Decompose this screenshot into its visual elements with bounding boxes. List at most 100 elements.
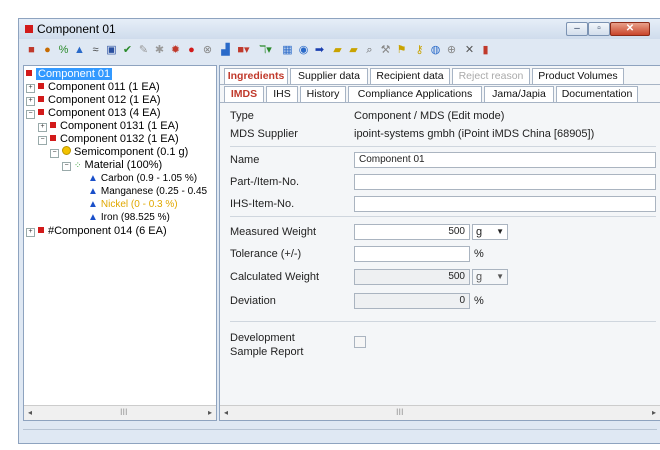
material-icon: ⁘: [74, 160, 82, 170]
expand-icon[interactable]: +: [38, 123, 47, 132]
tab-jama-japia[interactable]: Jama/Japia: [484, 86, 554, 102]
tree-item[interactable]: − Component 013 (4 EA): [26, 107, 161, 119]
tree-item[interactable]: ▲ Iron (98.525 %): [88, 212, 170, 223]
chevron-down-icon: ▼: [496, 227, 504, 236]
expand-icon[interactable]: +: [26, 228, 35, 237]
link-icon[interactable]: %: [57, 44, 70, 57]
tab-history[interactable]: History: [300, 86, 346, 102]
tree-item[interactable]: + Component 012 (1 EA): [26, 94, 161, 106]
component-icon: [50, 135, 56, 141]
warning-icon[interactable]: ▲: [73, 44, 86, 57]
details-panel: Ingredients Supplier data Recipient data…: [219, 65, 660, 421]
export-icon[interactable]: ▮: [479, 44, 492, 57]
name-field[interactable]: Component 01: [354, 152, 656, 168]
details-horizontal-scrollbar[interactable]: ◂ III ▸: [220, 405, 660, 420]
collapse-icon[interactable]: −: [26, 110, 35, 119]
tree-icon[interactable]: ℸ▾: [259, 44, 272, 57]
print-icon[interactable]: ▣: [105, 44, 118, 57]
flag-icon[interactable]: ⚑: [395, 44, 408, 57]
tab-ihs[interactable]: IHS: [266, 86, 298, 102]
collapse-icon[interactable]: −: [62, 162, 71, 171]
maximize-button[interactable]: ▫: [588, 22, 610, 36]
scroll-left-icon[interactable]: ◂: [220, 406, 232, 420]
tree-item[interactable]: + Component 0131 (1 EA): [38, 120, 179, 132]
edit-icon[interactable]: ✎: [137, 44, 150, 57]
doc-icon[interactable]: ◉: [297, 44, 310, 57]
substance-icon: ▲: [88, 173, 98, 184]
component-icon: [38, 227, 44, 233]
expand-icon[interactable]: +: [26, 84, 35, 93]
tree-item[interactable]: − ⁘ Material (100%): [62, 159, 162, 171]
scroll-right-icon[interactable]: ▸: [204, 406, 216, 420]
scroll-right-icon[interactable]: ▸: [648, 406, 660, 420]
tolerance-unit: %: [474, 248, 484, 260]
scroll-grip[interactable]: III: [120, 407, 128, 417]
tree-item[interactable]: ▲ Carbon (0.9 - 1.05 %): [88, 173, 197, 184]
arrow-right-icon[interactable]: ➡: [313, 44, 326, 57]
component-tree[interactable]: Component 01 + Component 011 (1 EA) + Comp…: [23, 65, 217, 421]
component-icon: [26, 70, 32, 76]
app-icon: [25, 25, 33, 33]
component-icon: [38, 83, 44, 89]
info-icon[interactable]: ⊕: [445, 44, 458, 57]
type-value: Component / MDS (Edit mode): [354, 110, 505, 122]
status-bar: [23, 429, 657, 442]
tolerance-field[interactable]: [354, 246, 470, 262]
tab-ingredients[interactable]: Ingredients: [224, 68, 288, 84]
tab-product-volumes[interactable]: Product Volumes: [532, 68, 624, 84]
component-icon: [38, 109, 44, 115]
save-icon[interactable]: ■: [25, 44, 38, 57]
tools-icon[interactable]: ⚒: [379, 44, 392, 57]
tree-item[interactable]: + Component 011 (1 EA): [26, 81, 160, 93]
tab-imds[interactable]: IMDS: [224, 86, 264, 102]
tree-item[interactable]: Component 01: [26, 68, 113, 80]
grid-icon[interactable]: ▦: [281, 44, 294, 57]
collapse-icon[interactable]: −: [38, 136, 47, 145]
measured-weight-label: Measured Weight: [230, 226, 317, 238]
tab-recipient-data[interactable]: Recipient data: [370, 68, 450, 84]
section-divider: [230, 146, 656, 147]
tree-item[interactable]: + #Component 014 (6 EA): [26, 225, 167, 237]
part-item-no-field[interactable]: [354, 174, 656, 190]
app-window: Component 01 – ▫ ✕ ■ ● % ▲ ≈ ▣ ✔ ✎ ✱ ✹ ●…: [18, 18, 660, 444]
expand-icon[interactable]: +: [26, 97, 35, 106]
check-icon[interactable]: ✔: [121, 44, 134, 57]
find-icon[interactable]: ⌕: [363, 44, 376, 57]
title-bar: Component 01 – ▫ ✕: [19, 19, 660, 39]
ihs-item-no-field[interactable]: [354, 196, 656, 212]
minimize-button[interactable]: –: [566, 22, 588, 36]
tree-item[interactable]: ▲ Manganese (0.25 - 0.45: [88, 186, 207, 197]
development-sample-report-checkbox[interactable]: [354, 336, 366, 348]
folder-icon[interactable]: ▰: [331, 44, 344, 57]
stop-icon[interactable]: ✹: [169, 44, 182, 57]
globe-icon[interactable]: ◍: [429, 44, 442, 57]
folder-open-icon[interactable]: ▰: [347, 44, 360, 57]
key-icon[interactable]: ⚷: [413, 44, 426, 57]
mds-supplier-value: ipoint-systems gmbh (iPoint iMDS China […: [354, 128, 595, 140]
scroll-left-icon[interactable]: ◂: [24, 406, 36, 420]
close-icon[interactable]: ✕: [463, 44, 476, 57]
scroll-grip[interactable]: III: [396, 407, 404, 417]
tree-item[interactable]: ▲ Nickel (0 - 0.3 %): [88, 199, 178, 210]
tab-supplier-data[interactable]: Supplier data: [290, 68, 368, 84]
toolbar: ■ ● % ▲ ≈ ▣ ✔ ✎ ✱ ✹ ● ⊗ ▟ ■▾ ℸ▾ ▦ ◉ ➡ ▰ …: [19, 41, 660, 61]
tree-item[interactable]: − Semicomponent (0.1 g): [50, 146, 188, 158]
tab-divider: [220, 102, 660, 103]
settings-icon[interactable]: ⊗: [201, 44, 214, 57]
tree-horizontal-scrollbar[interactable]: ◂ III ▸: [24, 405, 216, 420]
measured-weight-field[interactable]: 500: [354, 224, 470, 240]
collapse-icon[interactable]: −: [50, 149, 59, 158]
color-icon[interactable]: ■▾: [237, 44, 250, 57]
transfer-icon[interactable]: ≈: [89, 44, 102, 57]
search-icon[interactable]: ●: [41, 44, 54, 57]
chart-icon[interactable]: ▟: [219, 44, 232, 57]
tree-item[interactable]: − Component 0132 (1 EA): [38, 133, 179, 145]
tolerance-label: Tolerance (+/-): [230, 248, 302, 260]
pin-icon[interactable]: ✱: [153, 44, 166, 57]
close-button[interactable]: ✕: [610, 22, 650, 36]
tab-documentation[interactable]: Documentation: [556, 86, 638, 102]
measured-weight-unit-select[interactable]: g ▼: [472, 224, 508, 240]
development-sample-report-label: Sample Report: [230, 346, 304, 358]
tab-compliance-applications[interactable]: Compliance Applications: [348, 86, 482, 102]
record-icon[interactable]: ●: [185, 44, 198, 57]
